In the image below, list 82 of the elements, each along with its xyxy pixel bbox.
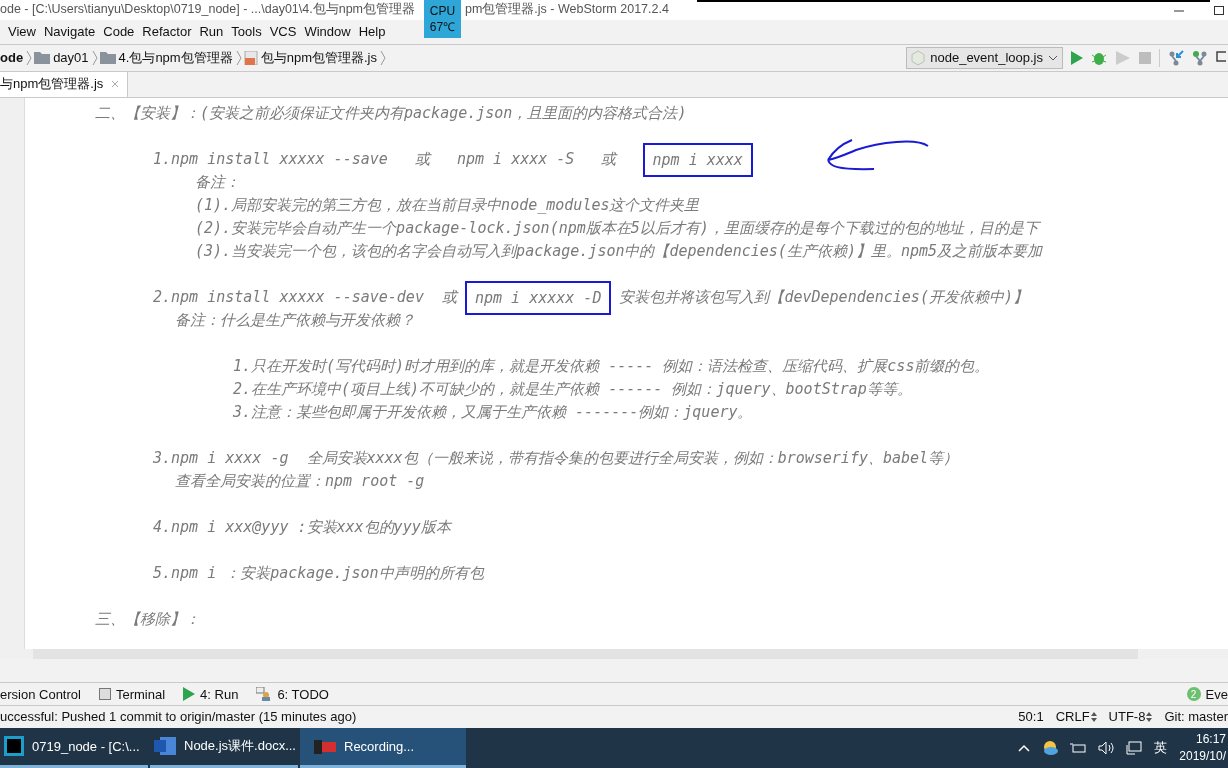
code-line: (3).当安装完一个包，该包的名字会自动写入到package.json中的【dependencies(生产依赖)】里。npm5及之前版本要加 — [195, 242, 1043, 262]
menu-item[interactable]: View — [4, 24, 40, 40]
run-configuration-dropdown[interactable]: node_event_loop.js — [906, 46, 1063, 69]
horizontal-scrollbar[interactable] — [33, 649, 1138, 660]
code-line: 备注：什么是生产依赖与开发依赖？ — [175, 311, 415, 331]
chevron-icon — [91, 49, 98, 66]
status-message: uccessful: Pushed 1 commit to origin/master (15 minutes ago) — [0, 709, 357, 725]
network-icon[interactable] — [1126, 740, 1143, 755]
code-line: 二、【安装】：(安装之前必须保证文件夹内有package.json，且里面的内容格式合法) — [95, 104, 687, 124]
maximize-icon[interactable] — [1214, 4, 1224, 15]
code-line: 三、【移除】： — [95, 610, 200, 630]
tool-window-button[interactable]: ersion Control — [0, 686, 81, 702]
tool-window-button[interactable]: 6: TODO — [256, 686, 329, 702]
js-file-icon — [243, 50, 258, 65]
file-tab[interactable]: 与npm包管理器.js — [0, 71, 129, 98]
chevron-down-icon — [1048, 54, 1058, 61]
menu-item[interactable]: Navigate — [39, 24, 100, 40]
up-down-arrows-icon — [1090, 712, 1097, 722]
menu-item[interactable]: Window — [300, 24, 355, 40]
taskbar-button[interactable]: Recording... — [300, 727, 466, 768]
taskbar-button[interactable]: Node.js课件.docx... — [150, 727, 298, 768]
webstorm-app-icon — [4, 736, 24, 757]
vcs-update-icon[interactable] — [1168, 49, 1184, 66]
menu-item[interactable]: Refactor — [138, 24, 196, 40]
taskbar-button[interactable]: 0719_node - [C:\... — [0, 727, 148, 768]
speaker-icon[interactable] — [1098, 740, 1115, 755]
folder-icon — [34, 51, 51, 65]
word-app-icon — [154, 736, 176, 757]
breadcrumb[interactable]: day01 — [53, 50, 89, 66]
code-line: 4.npm i xxx@yyy :安装xxx包的yyy版本 — [153, 518, 451, 538]
code-line: 安装包并将该包写入到【devDependencies(开发依赖中)】 — [619, 288, 1028, 308]
code-line: 2.在生产环境中(项目上线)不可缺少的，就是生产依赖 ------ 例如：jquery、bootStrap等等。 — [233, 380, 912, 400]
menu-item[interactable]: Tools — [227, 24, 266, 40]
chevron-icon — [235, 49, 242, 66]
code-line: 3.npm i xxxx -g 全局安装xxxx包（一般来说，带有指令集的包要进行全局安装，例如：browserify、babel等） — [153, 449, 959, 469]
todo-icon — [256, 687, 273, 702]
temperature-reading: 67℃ — [429, 19, 456, 35]
cursor-position[interactable]: 50:1 — [1018, 709, 1044, 725]
code-line: 1.只在开发时(写代码时)时才用到的库，就是开发依赖 ----- 例如：语法检查、压缩代码、扩展css前缀的包。 — [233, 357, 990, 377]
notification-count: 2 — [1186, 687, 1201, 702]
menu-item[interactable]: VCS — [265, 24, 301, 40]
menu-item[interactable]: Code — [99, 24, 139, 40]
code-line: 1.npm install xxxxx --save 或 npm i xxxx -S 或 — [153, 150, 619, 170]
close-icon[interactable] — [111, 80, 120, 89]
event-log-button[interactable]: 2 Eve — [1186, 686, 1228, 702]
chevron-icon — [26, 49, 33, 66]
highlight-box: npm i xxxxx -D — [465, 280, 612, 315]
window-title: pm包管理器.js - WebStorm 2017.2.4 — [465, 1, 669, 19]
input-language-indicator[interactable]: 英 — [1154, 738, 1168, 757]
folder-icon — [99, 51, 116, 65]
code-line: 3.注意：某些包即属于开发依赖，又属于生产依赖 -------例如：jquery。 — [233, 403, 753, 423]
clock[interactable]: 16:17 2019/10/ — [1179, 730, 1226, 765]
menu-item[interactable]: Help — [354, 24, 390, 40]
code-line: 5.npm i ：安装package.json中声明的所有包 — [153, 564, 484, 584]
window-title: ode - [C:\Users\tianyu\Desktop\0719_node] - ...\day01\4.包与npm包管理器 — [0, 1, 415, 19]
terminal-icon — [98, 688, 111, 701]
code-line: (1).局部安装完的第三方包，放在当前目录中node_modules这个文件夹里 — [195, 196, 700, 216]
chevron-up-icon[interactable] — [1018, 743, 1031, 752]
menu-item[interactable]: Run — [195, 24, 228, 40]
breadcrumb[interactable]: ode — [0, 50, 24, 66]
code-line: 备注： — [195, 173, 240, 193]
code-line: 查看全局安装的位置：npm root -g — [175, 472, 425, 492]
chevron-icon — [380, 49, 386, 66]
cpu-label: CPU — [429, 3, 456, 19]
battery-plug-icon[interactable] — [1070, 741, 1087, 754]
code-line: 2.npm install xxxxx --save-dev 或 — [153, 288, 457, 308]
breadcrumb[interactable]: 4.包与npm包管理器 — [118, 48, 233, 67]
code-line: (2).安装完毕会自动产生一个package-lock.json(npm版本在5以后才有)，里面缓存的是每个下载过的包的地址，目的是下 — [195, 219, 1039, 239]
tool-window-button[interactable]: 4: Run — [183, 686, 239, 702]
tool-window-button[interactable]: Terminal — [98, 686, 166, 702]
weather-icon[interactable] — [1042, 739, 1059, 756]
up-down-arrows-icon — [1146, 712, 1153, 722]
vcs-commit-icon[interactable] — [1192, 49, 1208, 66]
run-icon — [183, 687, 196, 702]
breadcrumb[interactable]: 包与npm包管理器.js — [260, 48, 377, 67]
run-icon[interactable] — [1071, 50, 1083, 65]
line-separator-selector[interactable]: CRLF — [1055, 709, 1097, 725]
nodejs-hexagon-icon — [911, 49, 926, 66]
highlight-box: npm i xxxx — [642, 142, 753, 177]
stop-icon[interactable] — [1139, 51, 1151, 64]
git-branch[interactable]: Git: master — [1164, 709, 1228, 725]
encoding-selector[interactable]: UTF-8 — [1108, 709, 1153, 725]
